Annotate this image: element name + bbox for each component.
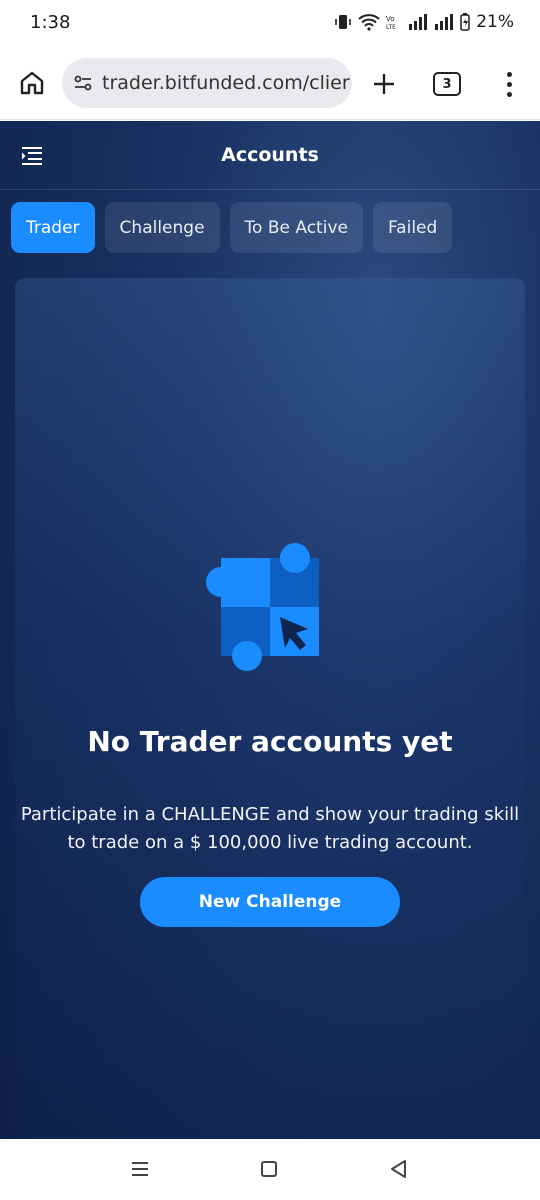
new-tab-button[interactable]	[366, 66, 402, 102]
vibrate-icon	[335, 15, 352, 29]
page-title: Accounts	[221, 144, 319, 166]
more-dot-icon	[506, 71, 512, 77]
web-content: Accounts Trader Challenge To Be Active F…	[0, 121, 540, 1139]
svg-text:Vo: Vo	[386, 15, 395, 23]
tab-challenge[interactable]: Challenge	[104, 202, 220, 253]
volte-icon: VoLTE	[386, 15, 396, 31]
home-icon	[20, 71, 44, 95]
tab-to-be-active[interactable]: To Be Active	[229, 202, 363, 253]
plus-icon	[374, 74, 394, 94]
svg-text:LTE: LTE	[386, 24, 396, 31]
address-bar[interactable]: trader.bitfunded.com/clier	[62, 58, 352, 108]
empty-accounts-illustration	[206, 543, 319, 671]
tab-trader[interactable]: Trader	[11, 202, 95, 253]
browser-toolbar: trader.bitfunded.com/clier 3	[0, 46, 540, 120]
new-challenge-button[interactable]: New Challenge	[140, 877, 400, 927]
more-dot-icon	[506, 91, 512, 97]
signal-icon	[435, 14, 454, 30]
status-bar: 1:38 Vo LTE 21%	[0, 0, 540, 46]
wifi-icon	[358, 14, 380, 31]
more-dot-icon	[506, 81, 512, 87]
site-settings-icon[interactable]	[72, 72, 94, 94]
tab-failed[interactable]: Failed	[372, 202, 453, 253]
url-text: trader.bitfunded.com/clier	[102, 72, 350, 94]
home-button[interactable]	[14, 65, 50, 101]
system-nav-bar	[0, 1139, 540, 1200]
status-icons: Vo LTE 21%	[334, 12, 514, 32]
account-tabs: Trader Challenge To Be Active Failed	[11, 202, 453, 253]
back-icon[interactable]	[389, 1159, 407, 1179]
accounts-panel	[15, 278, 525, 1139]
battery-percent: 21%	[476, 12, 514, 32]
empty-state-title: No Trader accounts yet	[87, 725, 453, 758]
browser-menu-button[interactable]	[496, 66, 522, 102]
signal-icon	[409, 14, 428, 30]
recents-icon[interactable]	[131, 1162, 149, 1176]
battery-icon	[460, 13, 470, 31]
status-time: 1:38	[30, 12, 71, 33]
app-header: Accounts	[0, 121, 540, 190]
empty-state-description: Participate in a CHALLENGE and show your…	[20, 804, 520, 853]
system-home-icon[interactable]	[261, 1161, 277, 1177]
tab-switcher-button[interactable]: 3	[433, 72, 461, 96]
